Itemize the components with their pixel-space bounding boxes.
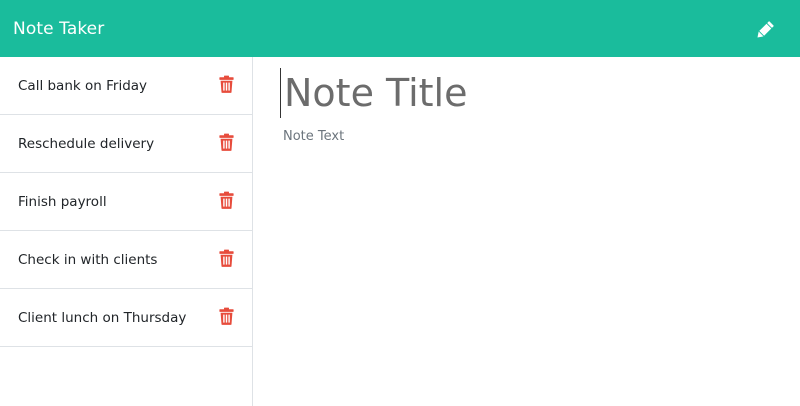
delete-note-button[interactable]: [218, 306, 235, 325]
trash-icon: [219, 133, 234, 151]
note-list-item[interactable]: Client lunch on Thursday: [0, 289, 252, 347]
note-list-item-title: Reschedule delivery: [18, 136, 155, 152]
note-list-item-title: Check in with clients: [18, 252, 158, 268]
note-list-item[interactable]: Call bank on Friday: [0, 57, 252, 115]
brand-title[interactable]: Note Taker: [13, 19, 104, 39]
delete-note-button[interactable]: [218, 74, 235, 93]
note-title-input[interactable]: [280, 68, 780, 118]
pencil-icon: [757, 20, 774, 37]
note-list-item-title: Call bank on Friday: [18, 78, 148, 94]
delete-note-button[interactable]: [218, 190, 235, 209]
note-list-item[interactable]: Finish payroll: [0, 173, 252, 231]
note-list-item[interactable]: Check in with clients: [0, 231, 252, 289]
delete-note-button[interactable]: [218, 248, 235, 267]
trash-icon: [219, 75, 234, 93]
navbar: Note Taker: [0, 0, 800, 57]
delete-note-button[interactable]: [218, 132, 235, 151]
note-list: Call bank on Friday Reschedule delivery: [0, 57, 253, 406]
trash-icon: [219, 307, 234, 325]
trash-icon: [219, 249, 234, 267]
new-note-button[interactable]: [754, 17, 778, 41]
note-text-input[interactable]: [283, 129, 783, 389]
note-list-item[interactable]: Reschedule delivery: [0, 115, 252, 173]
note-editor: [253, 57, 800, 406]
trash-icon: [219, 191, 234, 209]
note-list-item-title: Finish payroll: [18, 194, 107, 210]
note-list-item-title: Client lunch on Thursday: [18, 310, 187, 326]
